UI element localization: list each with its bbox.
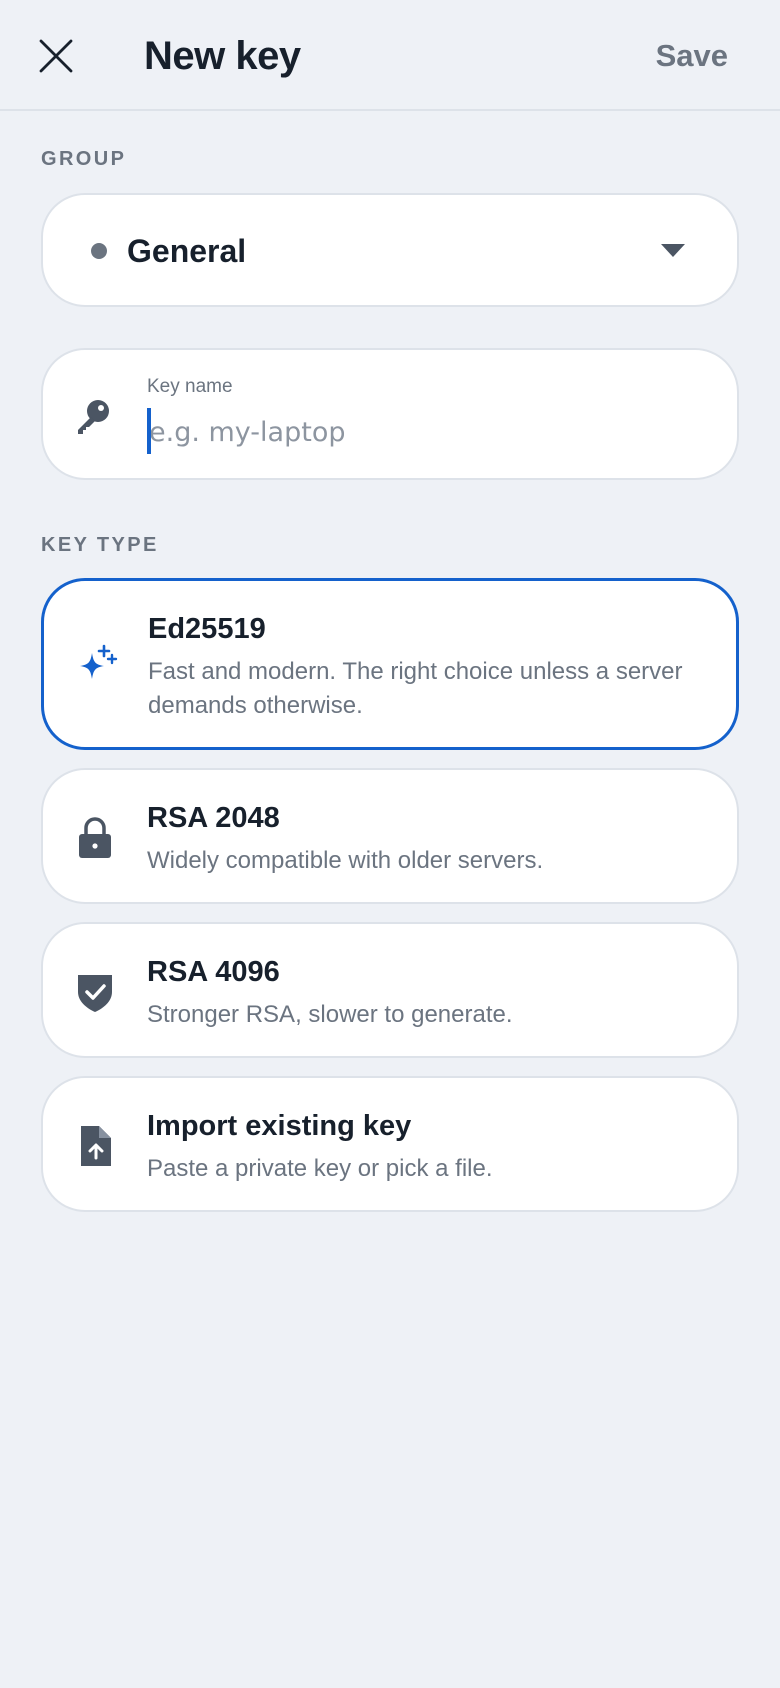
key-type-title: Ed25519 [148, 613, 266, 645]
page-title: New key [144, 34, 301, 78]
key-type-description: Widely compatible with older servers. [147, 847, 544, 874]
dropdown-arrow-icon [661, 244, 685, 257]
group-section-label: GROUP [41, 148, 127, 170]
save-button[interactable]: Save [656, 34, 728, 78]
group-selected-value: General [127, 233, 247, 269]
key-type-description: Paste a private key or pick a file. [147, 1155, 493, 1182]
group-select[interactable]: General [41, 193, 739, 307]
close-icon [39, 39, 73, 73]
key-type-title: RSA 4096 [147, 956, 280, 988]
key-icon [78, 400, 109, 434]
key-type-title: Import existing key [147, 1110, 412, 1142]
app-bar: New key Save [0, 0, 780, 111]
sparkle-icon [80, 644, 118, 679]
close-button[interactable] [24, 24, 88, 88]
shield-check-icon [78, 975, 112, 1012]
key-type-option-import[interactable]: Import existing key Paste a private key … [41, 1076, 739, 1212]
key-type-option-rsa-2048[interactable]: RSA 2048 Widely compatible with older se… [41, 768, 739, 904]
key-name-label: Key name [147, 376, 233, 397]
key-name-field[interactable]: Key name [41, 348, 739, 480]
file-upload-icon [81, 1126, 111, 1166]
key-type-title: RSA 2048 [147, 802, 280, 834]
key-name-input[interactable] [147, 408, 707, 456]
group-color-dot [91, 243, 107, 259]
text-caret [147, 408, 151, 454]
key-type-option-ed25519[interactable]: Ed25519 Fast and modern. The right choic… [41, 578, 739, 750]
key-type-option-rsa-4096[interactable]: RSA 4096 Stronger RSA, slower to generat… [41, 922, 739, 1058]
lock-icon [79, 817, 111, 858]
key-type-description: Stronger RSA, slower to generate. [147, 1001, 513, 1028]
key-type-section-label: KEY TYPE [41, 534, 159, 556]
key-type-description: Fast and modern. The right choice unless… [148, 658, 683, 719]
